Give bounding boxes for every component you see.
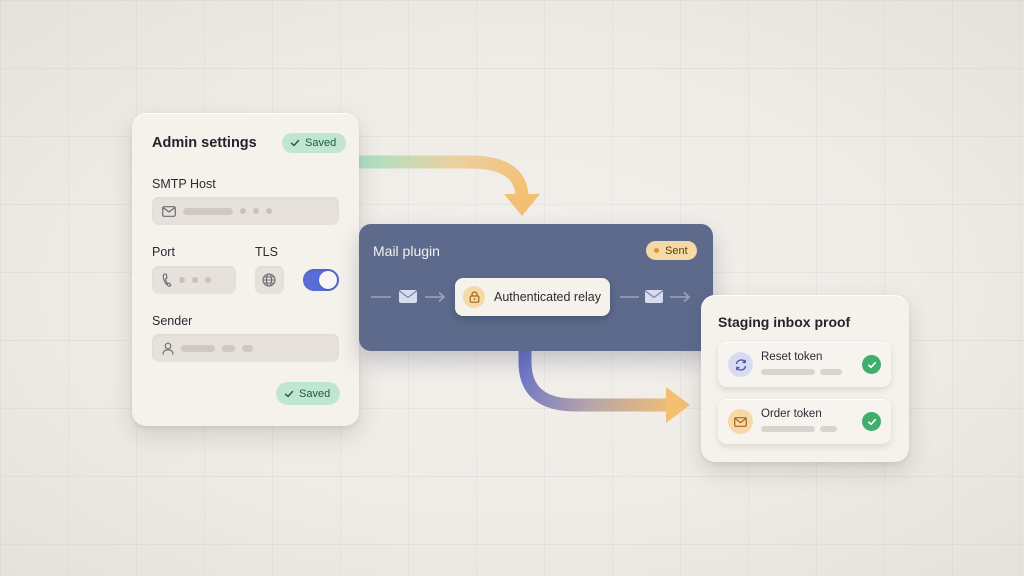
check-icon	[284, 390, 294, 397]
refresh-icon	[728, 352, 753, 377]
connector-plugin-to-staging	[518, 351, 668, 412]
tls-globe-button[interactable]	[255, 266, 284, 294]
arrow-right-icon	[670, 291, 691, 303]
port-label: Port	[152, 245, 175, 259]
check-icon	[290, 139, 300, 147]
masked-value-bar	[761, 426, 815, 432]
masked-value-bar	[222, 344, 235, 352]
token-row-order[interactable]: Order token	[718, 399, 891, 444]
mail-plugin-panel: Mail plugin Sent Authenticated relay	[359, 224, 713, 351]
masked-value-bar	[761, 369, 815, 375]
masked-value-bar	[183, 207, 233, 215]
connector-arrowhead-1	[504, 194, 540, 216]
masked-dot	[192, 277, 198, 283]
envelope-icon	[162, 205, 176, 217]
globe-icon	[262, 273, 276, 287]
admin-settings-title: Admin settings	[152, 135, 257, 151]
envelope-icon	[728, 409, 753, 434]
status-dot	[654, 248, 659, 253]
masked-dot	[240, 208, 246, 214]
masked-value-bar	[820, 369, 842, 375]
sent-status-badge: Sent	[646, 241, 697, 260]
saved-badge-label: Saved	[305, 137, 337, 149]
check-icon	[862, 412, 881, 431]
toggle-knob	[319, 271, 337, 289]
saved-button-label: Saved	[299, 387, 331, 400]
inbound-flow	[371, 290, 446, 303]
envelope-icon	[399, 290, 417, 303]
envelope-icon	[645, 290, 663, 303]
saved-badge: Saved	[282, 133, 347, 153]
port-field[interactable]	[152, 266, 236, 294]
sender-field[interactable]	[152, 334, 339, 362]
token-row-reset[interactable]: Reset token	[718, 342, 891, 387]
tls-toggle[interactable]	[303, 269, 339, 291]
admin-settings-card: Admin settings Saved SMTP Host Port TLS …	[132, 113, 359, 426]
masked-dot	[179, 277, 185, 283]
masked-value-bar	[181, 344, 215, 352]
staging-inbox-title: Staging inbox proof	[718, 314, 851, 330]
token-name: Reset token	[761, 351, 823, 363]
user-icon	[162, 342, 174, 355]
smtp-host-field[interactable]	[152, 197, 339, 225]
lock-icon	[463, 286, 485, 308]
masked-value-bar	[242, 344, 253, 352]
token-name: Order token	[761, 408, 822, 420]
staging-inbox-card: Staging inbox proof Reset token Order to…	[701, 295, 909, 462]
masked-dot	[253, 208, 259, 214]
outbound-flow	[620, 290, 691, 303]
authenticated-relay-node[interactable]: Authenticated relay	[455, 278, 610, 316]
connector-arrowhead-2	[666, 387, 690, 423]
smtp-host-label: SMTP Host	[152, 177, 216, 191]
connector-admin-to-plugin	[359, 155, 529, 199]
sent-status-label: Sent	[665, 244, 688, 257]
tls-label: TLS	[255, 245, 278, 259]
relay-label: Authenticated relay	[494, 290, 602, 304]
check-icon	[862, 355, 881, 374]
phone-icon	[162, 273, 172, 287]
masked-value-bar	[820, 426, 837, 432]
arrow-right-icon	[425, 291, 446, 303]
sender-label: Sender	[152, 314, 193, 328]
mail-plugin-title: Mail plugin	[373, 243, 440, 259]
saved-button[interactable]: Saved	[276, 382, 341, 405]
masked-dot	[266, 208, 272, 214]
masked-dot	[205, 277, 211, 283]
